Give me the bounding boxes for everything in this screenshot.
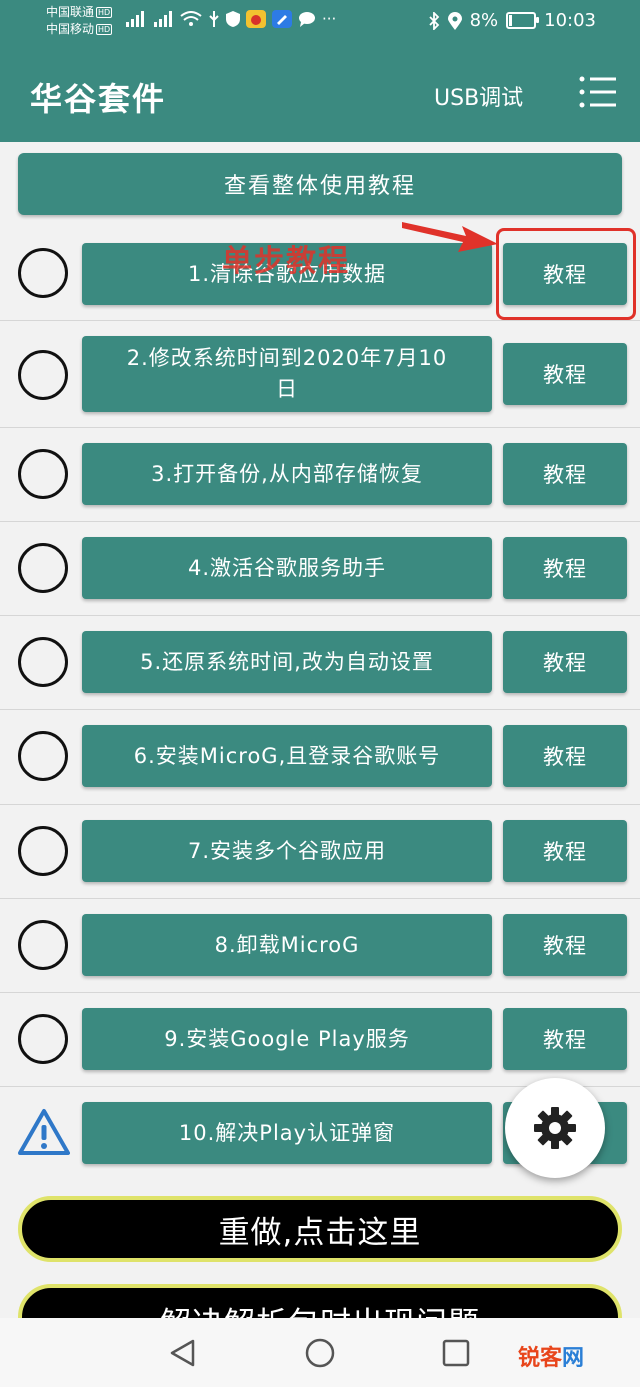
step-status-circle: [18, 350, 68, 400]
step-row: 6.安装MicroG,且登录谷歌账号 教程: [0, 710, 640, 805]
overall-tutorial-button[interactable]: 查看整体使用教程: [18, 153, 622, 215]
redo-button[interactable]: 重做,点击这里: [18, 1196, 622, 1262]
hd-badge: HD: [96, 7, 113, 18]
step-status-circle: [18, 1014, 68, 1064]
watermark-logo: 锐客网: [518, 1346, 585, 1371]
step-button[interactable]: 2.修改系统时间到2020年7月10日: [82, 336, 492, 412]
step-row: 5.还原系统时间,改为自动设置 教程: [0, 616, 640, 710]
menu-icon[interactable]: [578, 74, 616, 110]
hd-badge: HD: [96, 24, 113, 35]
annotation-highlight-box: [496, 228, 636, 320]
tutorial-button[interactable]: 教程: [503, 1008, 627, 1070]
weibo-icon: [246, 10, 266, 28]
tutorial-button[interactable]: 教程: [503, 443, 627, 505]
status-bar: 中国联通 HD 中国移动 HD ··· 8% 10:03: [0, 0, 640, 48]
message-icon: [299, 12, 315, 27]
home-icon[interactable]: [304, 1337, 336, 1369]
wifi-icon: [180, 11, 202, 26]
bluetooth-icon: [428, 11, 439, 30]
step-row: 3.打开备份,从内部存储恢复 教程: [0, 428, 640, 522]
usb-icon: [209, 11, 219, 27]
edit-app-icon: [272, 10, 292, 28]
settings-fab[interactable]: [505, 1078, 605, 1178]
step-button[interactable]: 7.安装多个谷歌应用: [82, 820, 492, 882]
step-status-circle: [18, 248, 68, 298]
carrier-1: 中国联通: [46, 5, 95, 19]
status-right: 8% 10:03: [428, 10, 596, 31]
carrier-info: 中国联通 HD 中国移动 HD: [46, 4, 113, 38]
step-button[interactable]: 8.卸载MicroG: [82, 914, 492, 976]
step-button[interactable]: 4.激活谷歌服务助手: [82, 537, 492, 599]
step-row: 7.安装多个谷歌应用 教程: [0, 805, 640, 899]
status-icons: ···: [124, 10, 336, 28]
step-status-circle: [18, 920, 68, 970]
location-icon: [447, 11, 462, 30]
step-button[interactable]: 9.安装Google Play服务: [82, 1008, 492, 1070]
shield-icon: [226, 11, 240, 27]
tutorial-button[interactable]: 教程: [503, 343, 627, 405]
step-row: 8.卸载MicroG 教程: [0, 899, 640, 993]
carrier-2: 中国移动: [46, 22, 95, 36]
step-row: 9.安装Google Play服务 教程: [0, 993, 640, 1087]
signal-icon: [126, 11, 144, 27]
step-status-circle: [18, 637, 68, 687]
tutorial-button[interactable]: 教程: [503, 820, 627, 882]
usb-debug-button[interactable]: USB调试: [434, 80, 523, 112]
step-button[interactable]: 10.解决Play认证弹窗: [82, 1102, 492, 1164]
step-button[interactable]: 3.打开备份,从内部存储恢复: [82, 443, 492, 505]
more-icon: ···: [322, 10, 337, 28]
step-row: 4.激活谷歌服务助手 教程: [0, 522, 640, 616]
app-bar: 华谷套件 USB调试: [0, 48, 640, 142]
tutorial-button[interactable]: 教程: [503, 537, 627, 599]
step-status-circle: [18, 826, 68, 876]
settings-gear-icon: [534, 1107, 576, 1149]
signal-icon: [154, 11, 172, 27]
battery-percent: 8%: [469, 10, 499, 31]
step-status-circle: [18, 731, 68, 781]
step-status-circle: [18, 543, 68, 593]
back-icon[interactable]: [168, 1338, 198, 1368]
warning-icon: [18, 1109, 70, 1155]
clock: 10:03: [544, 10, 596, 31]
step-button[interactable]: 6.安装MicroG,且登录谷歌账号: [82, 725, 492, 787]
app-title: 华谷套件: [30, 80, 167, 118]
step-status-circle: [18, 449, 68, 499]
annotation-arrow: [402, 222, 498, 252]
tutorial-button[interactable]: 教程: [503, 914, 627, 976]
step-button[interactable]: 5.还原系统时间,改为自动设置: [82, 631, 492, 693]
recents-icon[interactable]: [442, 1339, 470, 1367]
tutorial-button[interactable]: 教程: [503, 725, 627, 787]
annotation-text: 单步教程: [222, 244, 350, 279]
battery-icon: [506, 12, 540, 29]
step-row: 2.修改系统时间到2020年7月10日 教程: [0, 321, 640, 428]
tutorial-button[interactable]: 教程: [503, 631, 627, 693]
